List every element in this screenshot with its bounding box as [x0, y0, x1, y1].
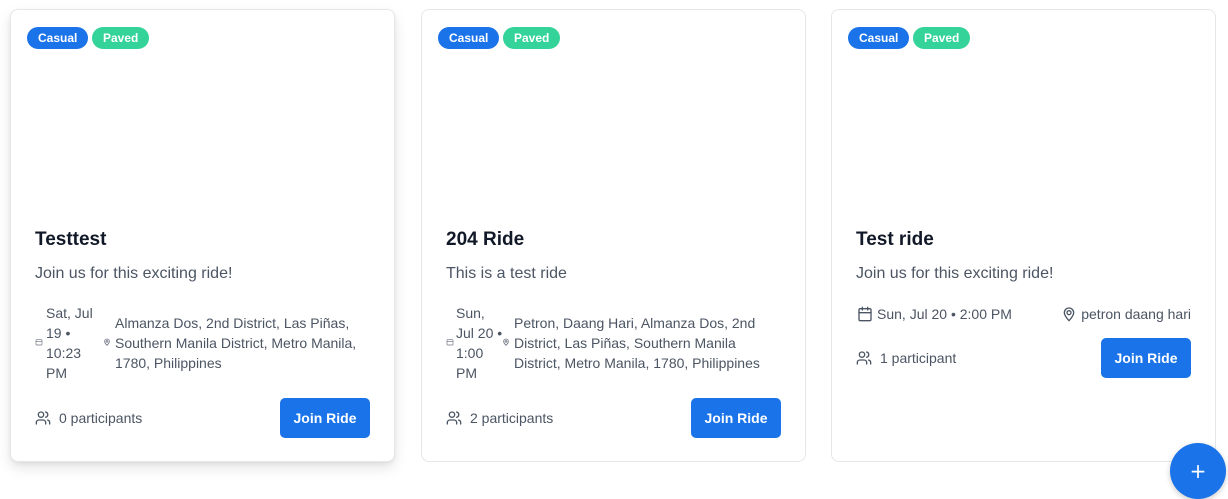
ride-title: 204 Ride — [446, 229, 525, 250]
ride-datetime: Sun, Jul 20 • 2:00 PM — [877, 306, 1012, 322]
plus-icon: + — [1189, 459, 1207, 483]
ride-datetime: Sun, Jul 20 • 1:00 PM — [456, 305, 503, 381]
ride-datetime: Sat, Jul 19 • 10:23 PM — [46, 305, 93, 381]
map-pin-icon — [1063, 307, 1075, 322]
create-ride-fab-button[interactable]: + — [1170, 443, 1226, 499]
ride-card[interactable]: Casual Paved Test ride Join us for this … — [831, 9, 1216, 462]
tag-badge-casual: Casual — [848, 27, 910, 49]
ride-card[interactable]: Casual Paved 204 Ride This is a test rid… — [421, 9, 806, 462]
join-ride-button[interactable]: Join Ride — [280, 398, 370, 438]
users-icon — [35, 411, 51, 425]
participants-label: 0 participants — [59, 410, 143, 426]
ride-title: Test ride — [856, 229, 934, 250]
ride-description: Join us for this exciting ride! — [35, 265, 233, 282]
ride-datetime-row: Sun, Jul 20 • 2:00 PM — [857, 304, 1012, 324]
ride-title: Testtest — [35, 229, 107, 250]
users-icon — [446, 411, 462, 425]
calendar-icon — [446, 339, 454, 346]
map-pin-icon — [503, 338, 509, 346]
participants-count: 0 participants — [35, 408, 142, 428]
join-ride-button[interactable]: Join Ride — [1101, 338, 1191, 378]
calendar-icon — [35, 339, 43, 346]
map-pin-icon — [104, 338, 110, 346]
users-icon — [856, 351, 872, 365]
tag-badge-paved: Paved — [92, 27, 150, 49]
ride-location: petron daang hari — [1081, 306, 1191, 322]
participants-count: 1 participant — [856, 348, 956, 368]
tag-badge-casual: Casual — [27, 27, 89, 49]
ride-location: Almanza Dos, 2nd District, Las Piñas, So… — [115, 315, 357, 371]
ride-description: Join us for this exciting ride! — [856, 265, 1054, 282]
ride-card[interactable]: Casual Paved Testtest Join us for this e… — [10, 9, 395, 462]
tag-badge-casual: Casual — [438, 27, 500, 49]
ride-location-row: petron daang hari — [1061, 304, 1191, 324]
join-ride-button[interactable]: Join Ride — [691, 398, 781, 438]
participants-count: 2 participants — [446, 408, 553, 428]
tag-badge-paved: Paved — [503, 27, 561, 49]
ride-description: This is a test ride — [446, 265, 567, 282]
calendar-icon — [858, 306, 872, 322]
ride-location: Petron, Daang Hari, Almanza Dos, 2nd Dis… — [514, 315, 760, 371]
participants-label: 2 participants — [470, 410, 554, 426]
tag-badge-paved: Paved — [913, 27, 971, 49]
